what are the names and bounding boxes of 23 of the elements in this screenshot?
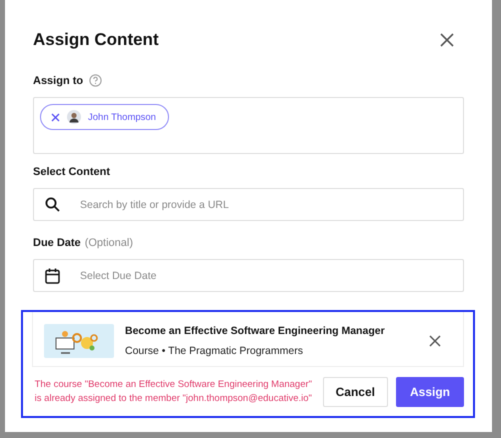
assignee-field[interactable]: John Thompson <box>33 97 464 154</box>
optional-hint: (Optional) <box>84 237 133 249</box>
assign-to-label: Assign to <box>33 74 84 86</box>
cancel-button[interactable]: Cancel <box>322 377 388 407</box>
help-icon[interactable] <box>89 74 102 87</box>
select-content-label: Select Content <box>33 166 110 178</box>
course-thumbnail-drawing <box>44 324 114 358</box>
assign-button[interactable]: Assign <box>396 377 464 407</box>
avatar-icon <box>67 110 81 124</box>
search-icon <box>45 197 60 212</box>
assignee-chip[interactable]: John Thompson <box>40 104 169 130</box>
calendar-icon <box>45 268 60 284</box>
due-date-field[interactable]: Select Due Date <box>33 259 464 292</box>
close-icon[interactable] <box>440 33 454 47</box>
course-meta: Course • The Pragmatic Programmers <box>125 345 304 357</box>
error-message: The course "Become an Effective Software Engineering Manager" is already assigned to the member "john.thompson@educative.io" <box>34 378 314 406</box>
content-search-field[interactable]: Search by title or provide a URL <box>33 188 464 221</box>
dialog-title: Assign Content <box>33 30 159 50</box>
remove-icon[interactable] <box>51 112 60 122</box>
close-icon[interactable] <box>429 335 441 347</box>
assignee-name: John Thompson <box>88 112 156 122</box>
course-title: Become an Effective Software Engineering Manager <box>125 325 386 337</box>
due-date-label: Due Date <box>33 237 81 249</box>
